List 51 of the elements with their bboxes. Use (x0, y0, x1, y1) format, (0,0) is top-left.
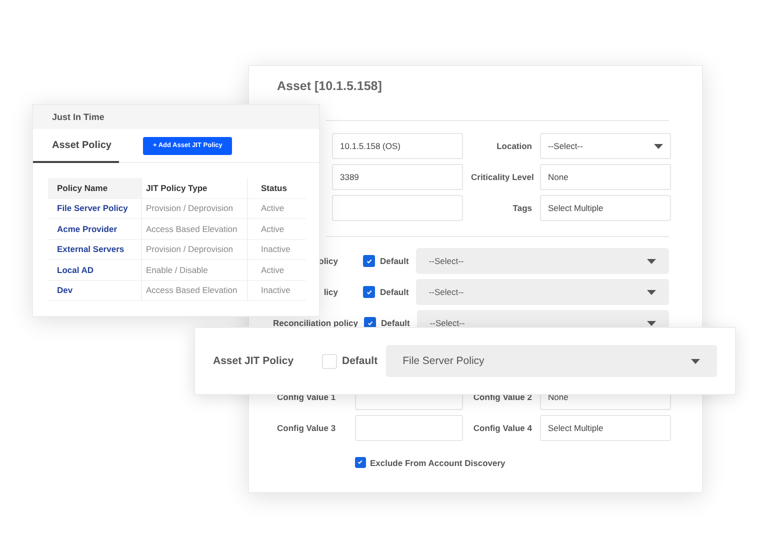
caret-icon (647, 258, 656, 264)
text-field[interactable] (332, 195, 463, 221)
policy-link[interactable]: Dev (48, 280, 142, 301)
panel-title: Asset [10.1.5.158] (277, 79, 383, 95)
caret-icon (647, 290, 656, 294)
table-cell: Access Based Elevation (142, 219, 248, 240)
checkbox-label: Default (342, 355, 378, 367)
text-field[interactable]: Select Multiple (540, 195, 671, 221)
checkbox-label: Default (380, 287, 409, 297)
dropdown[interactable]: --Select-- (416, 279, 669, 305)
table-cell: Provision / Deprovision (142, 240, 248, 260)
table-cell: Active (248, 198, 306, 219)
table-cell: Enable / Disable (142, 260, 248, 280)
column-header: Policy Name (48, 178, 142, 198)
panel-title: Just In Time (33, 105, 319, 129)
text-field[interactable] (355, 415, 463, 441)
policy-link[interactable]: External Servers (48, 240, 142, 260)
policy-link[interactable]: File Server Policy (48, 198, 142, 219)
check-icon (366, 288, 372, 296)
dropdown[interactable]: File Server Policy (386, 345, 717, 377)
dropdown[interactable]: --Select-- (540, 133, 671, 159)
dropdown[interactable]: --Select-- (416, 248, 669, 274)
caret-icon (654, 144, 663, 148)
field-label: Location (496, 141, 532, 151)
field-label: Reconciliation policy (273, 318, 358, 328)
text-field[interactable]: Select Multiple (540, 415, 671, 441)
field-label: Asset JIT Policy (213, 355, 295, 367)
checkbox[interactable] (355, 457, 366, 468)
caret-icon (691, 358, 700, 364)
table-cell: Inactive (248, 240, 306, 260)
field-label: Config Value 3 (277, 423, 337, 433)
table-cell: Inactive (248, 280, 306, 301)
policy-link[interactable]: Acme Provider (48, 219, 142, 240)
column-header: JIT Policy Type (142, 178, 248, 198)
checkbox-label: Default (380, 256, 409, 266)
policy-link[interactable]: Local AD (48, 260, 142, 280)
checkbox-label: Exclude From Account Discovery (370, 458, 506, 468)
tab[interactable]: Asset Policy (33, 129, 119, 163)
checkbox-label: Default (381, 318, 410, 328)
field-label: Tags (512, 203, 532, 213)
text-field[interactable]: 3389 (332, 164, 463, 190)
check-icon (357, 459, 364, 466)
checkbox[interactable] (363, 286, 375, 298)
table-cell: Provision / Deprovision (142, 198, 248, 219)
text-field[interactable]: None (540, 164, 671, 190)
checkbox[interactable] (363, 255, 375, 267)
table-cell: Access Based Elevation (142, 280, 248, 301)
text-field[interactable]: 10.1.5.158 (OS) (332, 133, 463, 159)
field-label: Config Value 4 (472, 423, 532, 433)
check-icon (366, 258, 372, 264)
field-label: Criticality Level (471, 172, 532, 182)
